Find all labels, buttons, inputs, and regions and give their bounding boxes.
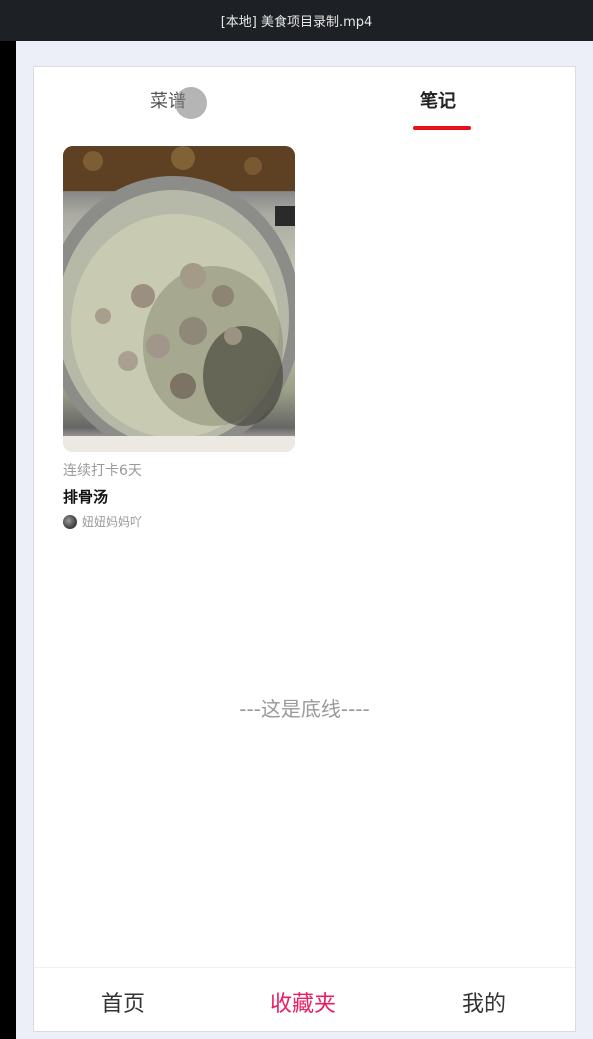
top-tabs: 菜谱 笔记	[34, 67, 575, 137]
nav-mine[interactable]: 我的	[462, 986, 506, 1018]
tab-notes[interactable]: 笔记	[420, 87, 456, 113]
active-tab-underline	[413, 126, 471, 130]
note-card[interactable]: 连续打卡6天 排骨汤 妞妞妈妈吖	[63, 146, 295, 530]
window-title-bar: [本地] 美食项目录制.mp4	[0, 0, 593, 41]
phone-screen: 菜谱 笔记 连续打卡6天 排骨汤 妞妞妈妈吖 ---这是底线---- 首页 收藏…	[33, 66, 576, 1032]
author-name: 妞妞妈妈吖	[82, 515, 143, 529]
note-title[interactable]: 排骨汤	[63, 486, 295, 507]
nav-favorites[interactable]: 收藏夹	[270, 986, 336, 1018]
soup-pot-image	[63, 146, 295, 452]
end-of-list-text: ---这是底线----	[239, 697, 370, 721]
nav-home[interactable]: 首页	[101, 986, 145, 1018]
left-black-strip	[0, 41, 16, 1039]
touch-indicator	[175, 87, 207, 119]
bottom-nav: 首页 收藏夹 我的	[34, 967, 575, 1031]
streak-text: 连续打卡6天	[63, 463, 142, 479]
app-stage: 菜谱 笔记 连续打卡6天 排骨汤 妞妞妈妈吖 ---这是底线---- 首页 收藏…	[16, 41, 593, 1039]
window-title: [本地] 美食项目录制.mp4	[220, 15, 373, 30]
author-avatar	[63, 514, 77, 529]
author-row[interactable]: 妞妞妈妈吖	[63, 513, 295, 530]
note-card-image[interactable]	[63, 146, 295, 452]
